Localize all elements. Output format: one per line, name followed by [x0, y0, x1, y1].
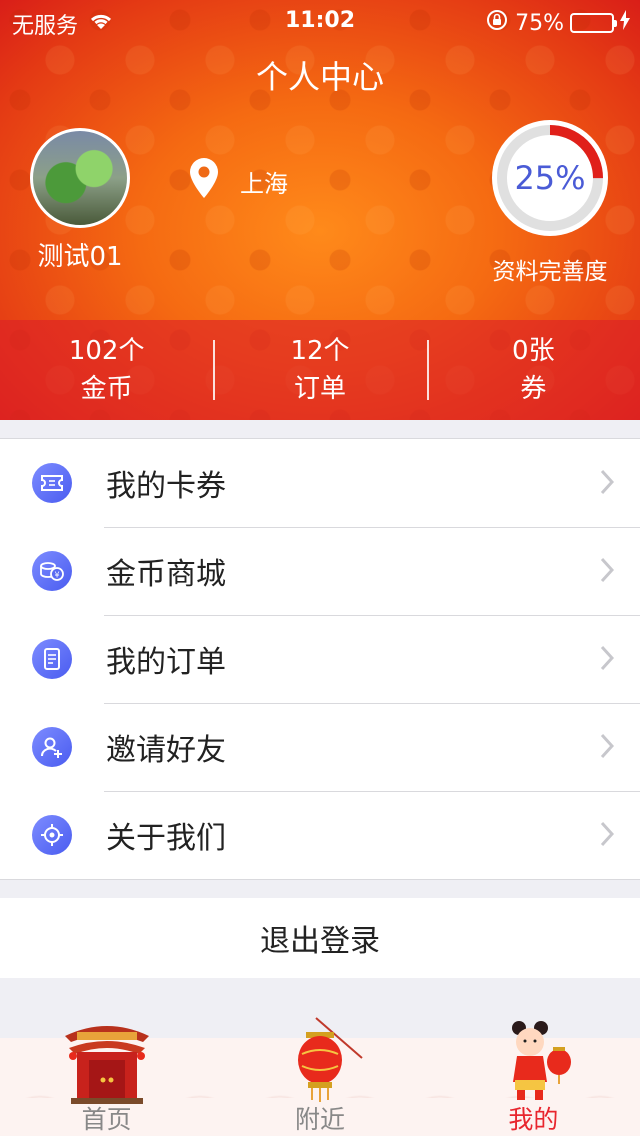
location[interactable]: 上海 — [190, 158, 288, 204]
location-text: 上海 — [240, 169, 288, 198]
chevron-right-icon — [600, 733, 615, 763]
chevron-right-icon — [600, 821, 615, 851]
menu-item-invite-friends[interactable]: 邀请好友 — [0, 703, 640, 791]
menu-item-coin-mall[interactable]: ¥ 金币商城 — [0, 527, 640, 615]
location-pin-icon — [190, 158, 218, 204]
stat-coins[interactable]: 102个 金币 — [0, 320, 213, 420]
menu-label: 我的卡券 — [106, 469, 226, 504]
tab-label: 附近 — [294, 1105, 345, 1134]
menu-item-my-orders[interactable]: 我的订单 — [0, 615, 640, 703]
stat-label: 金币 — [80, 374, 133, 404]
order-icon — [32, 639, 72, 679]
tab-mine[interactable]: 我的 — [427, 1021, 640, 1136]
stat-label: 订单 — [293, 374, 346, 404]
chevron-right-icon — [600, 557, 615, 587]
temple-gate-icon — [59, 1014, 155, 1108]
stat-orders[interactable]: 12个 订单 — [213, 320, 426, 420]
stat-value: 0张 — [512, 336, 555, 366]
add-friend-icon — [32, 727, 72, 767]
coins-icon: ¥ — [32, 551, 72, 591]
tab-nearby[interactable]: 附近 — [213, 1017, 426, 1136]
lantern-icon — [272, 1014, 368, 1108]
chevron-right-icon — [600, 645, 615, 675]
rotation-lock-icon — [485, 8, 509, 38]
menu-list: 我的卡券 ¥ 金币商城 我的订单 邀请好友 关于我们 — [0, 438, 640, 880]
tab-label: 我的 — [508, 1105, 559, 1134]
stat-value: 12个 — [290, 336, 350, 366]
profile-header: 无服务 11:02 75% 个人中心 测试01 上海 25% 资料完善度 102… — [0, 0, 640, 420]
tab-label: 首页 — [81, 1105, 132, 1134]
stats-bar: 102个 金币 12个 订单 0张 券 — [0, 320, 640, 420]
battery-icon — [570, 13, 617, 33]
menu-label: 金币商城 — [106, 557, 226, 592]
battery-percent: 75% — [515, 10, 564, 36]
menu-item-my-coupons[interactable]: 我的卡券 — [0, 439, 640, 527]
profile-completion-value: 25% — [514, 159, 586, 197]
username: 测试01 — [37, 242, 123, 272]
svg-text:¥: ¥ — [54, 571, 59, 580]
status-right: 75% — [485, 8, 630, 38]
logout-button[interactable]: 退出登录 — [0, 898, 640, 978]
tab-home[interactable]: 首页 — [0, 1026, 213, 1136]
chevron-right-icon — [600, 469, 615, 499]
menu-label: 我的订单 — [106, 645, 226, 680]
status-bar: 无服务 11:02 75% — [0, 0, 640, 40]
stat-value: 102个 — [68, 336, 145, 366]
ticket-icon — [32, 463, 72, 503]
menu-item-about-us[interactable]: 关于我们 — [0, 791, 640, 879]
fortune-child-icon — [485, 1014, 581, 1108]
stat-coupons[interactable]: 0张 券 — [426, 320, 640, 420]
profile-completion-label: 资料完善度 — [492, 259, 608, 285]
menu-label: 关于我们 — [106, 821, 226, 856]
charging-icon — [620, 10, 630, 36]
page-title: 个人中心 — [255, 58, 384, 96]
tab-bar: 首页 附近 我的 — [0, 1017, 640, 1136]
profile-completion-ring[interactable]: 25% — [488, 116, 612, 240]
menu-label: 邀请好友 — [106, 733, 226, 768]
avatar[interactable] — [30, 128, 130, 228]
target-icon — [32, 815, 72, 855]
stat-label: 券 — [520, 374, 547, 404]
